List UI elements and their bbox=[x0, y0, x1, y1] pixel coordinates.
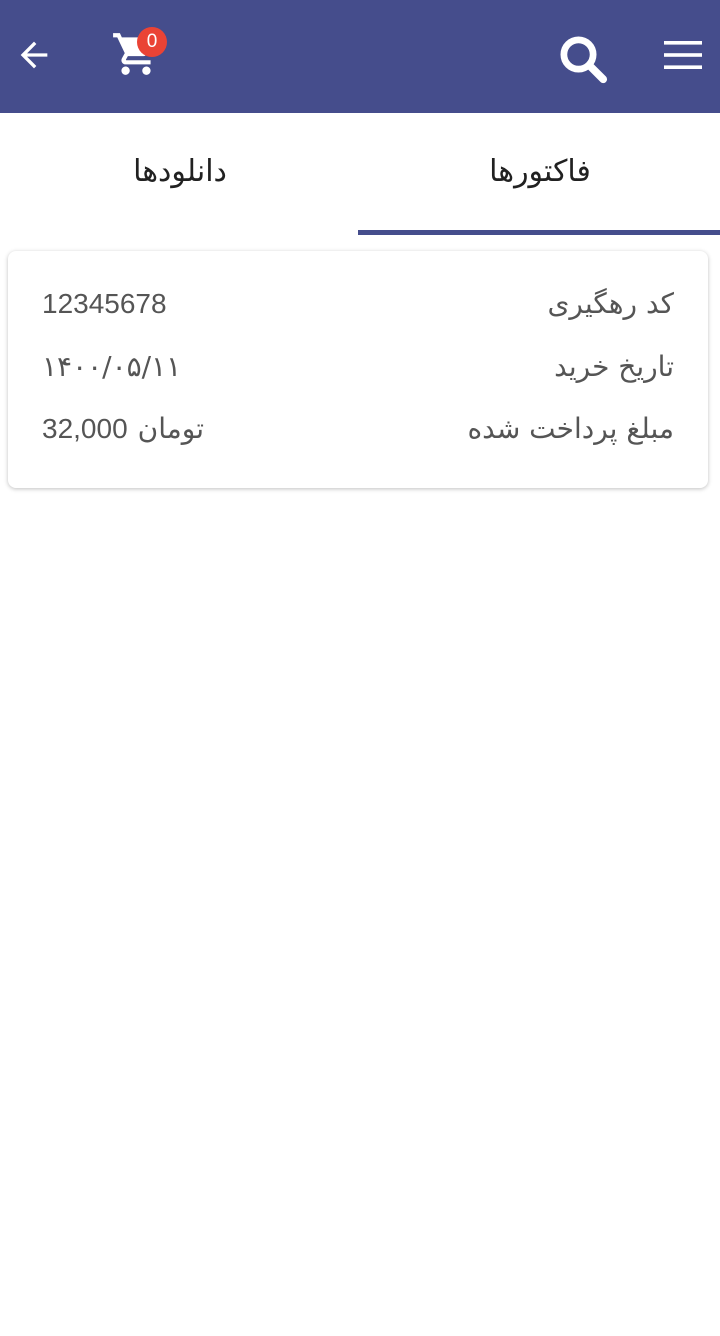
paid-amount-label: مبلغ پرداخت شده bbox=[467, 412, 674, 445]
tab-invoices[interactable]: فاکتورها bbox=[360, 113, 720, 235]
tab-bar: فاکتورها دانلودها bbox=[0, 113, 720, 235]
purchase-date-label: تاریخ خرید bbox=[554, 350, 674, 383]
tracking-code-value: 12345678 bbox=[42, 288, 167, 319]
arrow-left-icon bbox=[20, 41, 48, 69]
cart-count-badge: 0 bbox=[137, 27, 167, 57]
paid-amount-value-group: 32,000 تومان bbox=[42, 404, 204, 454]
paid-amount-row: مبلغ پرداخت شده 32,000 تومان bbox=[8, 404, 708, 454]
selected-tab-indicator bbox=[358, 230, 720, 235]
app-bar: 0 bbox=[0, 0, 720, 113]
invoice-card[interactable]: کد رهگیری 12345678 تاریخ خرید ۱۴۰۰/۰۵/۱۱… bbox=[8, 251, 708, 488]
tracking-code-row: کد رهگیری 12345678 bbox=[8, 279, 708, 329]
hamburger-menu-icon bbox=[664, 41, 702, 69]
paid-amount-value: 32,000 bbox=[42, 413, 128, 444]
back-button[interactable] bbox=[8, 28, 60, 82]
tab-downloads[interactable]: دانلودها bbox=[0, 113, 360, 235]
tracking-code-label: کد رهگیری bbox=[547, 287, 675, 320]
search-button[interactable] bbox=[552, 28, 614, 90]
menu-button[interactable] bbox=[656, 30, 710, 80]
purchase-date-row: تاریخ خرید ۱۴۰۰/۰۵/۱۱ bbox=[8, 342, 708, 392]
purchase-date-value: ۱۴۰۰/۰۵/۱۱ bbox=[42, 350, 182, 383]
search-icon bbox=[560, 36, 608, 84]
currency-unit: تومان bbox=[137, 412, 204, 445]
